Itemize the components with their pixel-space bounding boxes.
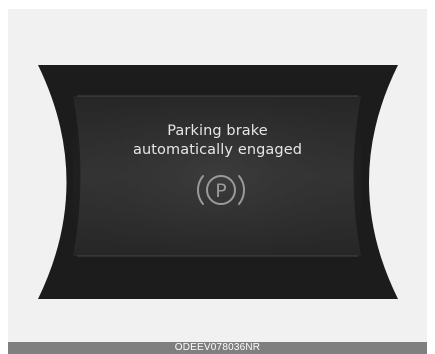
figure-code: ODEEV078036NR — [174, 342, 261, 353]
message-line-1: Parking brake — [167, 123, 268, 139]
parking-letter: P — [215, 180, 226, 202]
message-line-2: automatically engaged — [132, 142, 303, 158]
cluster-display: P — [38, 65, 398, 299]
